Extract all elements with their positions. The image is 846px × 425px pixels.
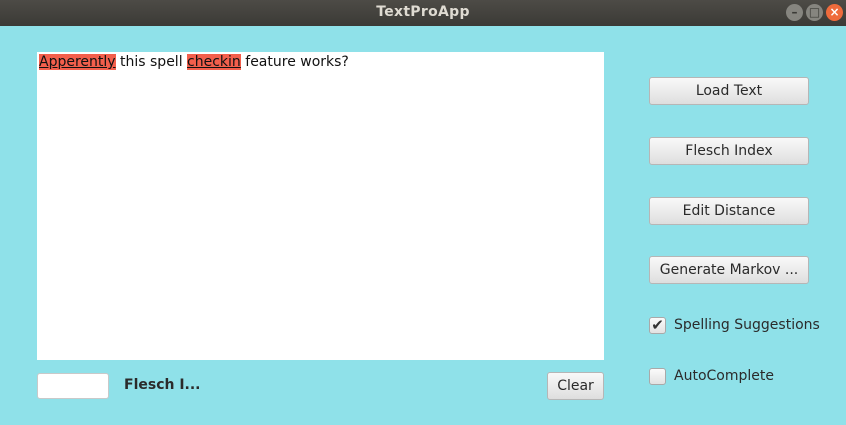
close-icon[interactable]: × bbox=[826, 4, 843, 21]
flesch-score-field[interactable] bbox=[37, 373, 109, 399]
autocomplete-checkbox[interactable] bbox=[649, 367, 666, 385]
editor-word-misspelled[interactable]: Apperently bbox=[39, 54, 116, 70]
editor-text-line: Apperently this spell checkin feature wo… bbox=[39, 53, 349, 71]
clear-button[interactable]: Clear bbox=[547, 372, 604, 400]
generate-markov-button[interactable]: Generate Markov ... bbox=[649, 256, 809, 284]
load-text-button[interactable]: Load Text bbox=[649, 77, 809, 105]
minimize-icon[interactable]: – bbox=[786, 4, 803, 21]
flesch-score-label: Flesch I... bbox=[124, 377, 201, 393]
autocomplete-option[interactable]: AutoComplete bbox=[649, 365, 774, 387]
window-title: TextProApp bbox=[376, 4, 470, 20]
editor-word-misspelled[interactable]: checkin bbox=[187, 54, 241, 70]
flesch-index-button[interactable]: Flesch Index bbox=[649, 137, 809, 165]
autocomplete-label: AutoComplete bbox=[674, 368, 774, 384]
editor-text-segment: this spell bbox=[115, 54, 188, 70]
title-bar[interactable]: TextProApp – □ × bbox=[0, 0, 846, 26]
spelling-suggestions-label: Spelling Suggestions bbox=[674, 317, 820, 333]
editor-text-segment: feature works? bbox=[240, 54, 349, 70]
spelling-suggestions-option[interactable]: ✔ Spelling Suggestions bbox=[649, 314, 820, 336]
spelling-suggestions-checkbox[interactable]: ✔ bbox=[649, 316, 666, 334]
edit-distance-button[interactable]: Edit Distance bbox=[649, 197, 809, 225]
maximize-icon[interactable]: □ bbox=[806, 4, 823, 21]
text-editor[interactable]: Apperently this spell checkin feature wo… bbox=[37, 52, 604, 360]
app-window: TextProApp – □ × Apperently this spell c… bbox=[0, 0, 846, 425]
